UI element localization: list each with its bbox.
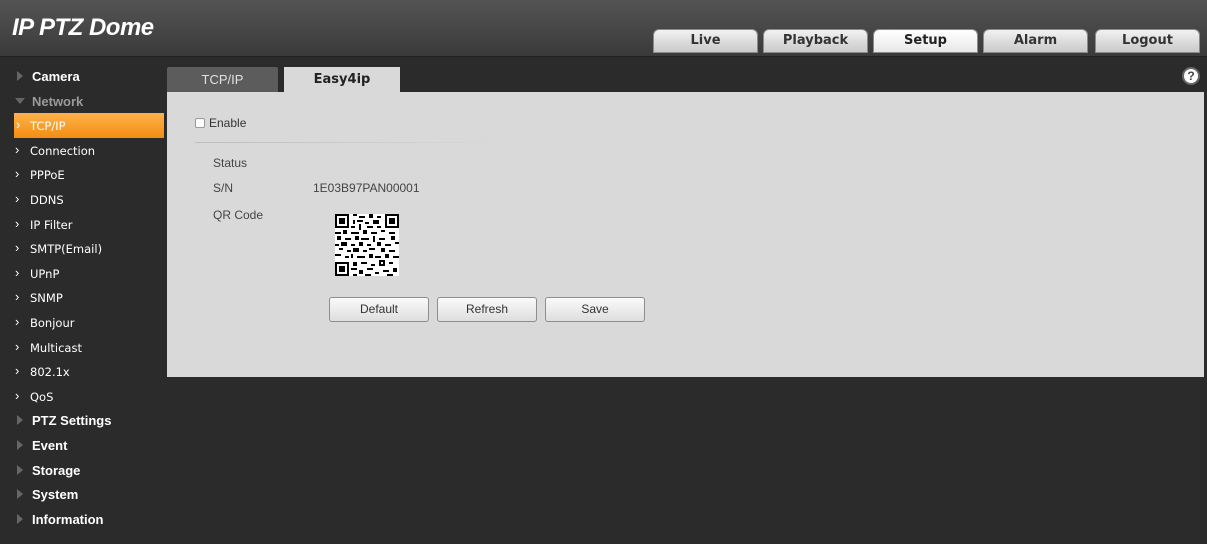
sidebar-item-camera[interactable]: Camera [0,64,164,89]
sidebar-item-label: DDNS [30,192,64,207]
enable-label: Enable [209,116,247,130]
sn-label: S/N [213,181,234,195]
chevron-right-icon: › [15,166,20,182]
nav-playback-button[interactable]: Playback [763,29,868,53]
sidebar-menu: Camera Network › TCP/IP › Connection › P… [0,64,164,531]
nav-setup-button[interactable]: Setup [873,29,978,53]
chevron-right-icon: › [15,313,20,329]
sidebar-item-ptz-settings[interactable]: PTZ Settings [0,408,164,433]
qr-code-image [335,214,399,276]
tab-tcpip[interactable]: TCP/IP [167,67,278,92]
sidebar-item-label: TCP/IP [30,119,66,134]
caret-right-icon [17,489,23,500]
sidebar-item-label: Connection [30,143,96,158]
chevron-right-icon: › [15,289,20,305]
qr-code-label: QR Code [213,208,264,222]
sidebar-item-bonjour[interactable]: › Bonjour [0,310,164,335]
chevron-right-icon: › [15,215,20,231]
sidebar-item-8021x[interactable]: › 802.1x [0,359,164,384]
sidebar-item-snmp[interactable]: › SNMP [0,285,164,310]
status-label: Status [213,156,248,170]
sidebar-item-label: System [32,487,79,503]
chevron-right-icon: › [15,141,20,157]
sidebar-item-label: PPPoE [30,168,65,183]
sidebar-item-ip-filter[interactable]: › IP Filter [0,212,164,237]
sn-value: 1E03B97PAN00001 [313,181,420,195]
enable-checkbox[interactable] [195,118,205,128]
sidebar-item-tcpip[interactable]: › TCP/IP [14,113,164,138]
sidebar-item-label: Storage [32,462,81,478]
caret-right-icon [17,513,23,524]
sidebar-item-label: IP Filter [30,217,73,232]
refresh-button[interactable]: Refresh [437,297,537,322]
nav-logout-button[interactable]: Logout [1095,29,1200,53]
sidebar-item-label: 802.1x [30,365,70,380]
sidebar-item-label: Bonjour [30,315,75,330]
sidebar-item-label: Camera [32,69,80,84]
sidebar-item-network[interactable]: Network [0,89,164,114]
sidebar-item-system[interactable]: System [0,482,164,507]
sidebar-item-upnp[interactable]: › UPnP [0,261,164,286]
divider [195,142,505,143]
nav-alarm-button[interactable]: Alarm [983,29,1088,53]
tab-easy4ip[interactable]: Easy4ip [284,67,400,92]
caret-down-icon [15,97,25,104]
enable-row: Enable [195,116,246,130]
chevron-right-icon: › [15,363,20,379]
sidebar-item-pppoe[interactable]: › PPPoE [0,162,164,187]
sidebar-item-smtp[interactable]: › SMTP(Email) [0,236,164,261]
chevron-right-icon: › [16,117,21,133]
default-button[interactable]: Default [329,297,429,322]
chevron-right-icon: › [15,190,20,206]
sidebar-item-label: SNMP [30,291,63,306]
sidebar-item-multicast[interactable]: › Multicast [0,335,164,360]
chevron-right-icon: › [15,240,20,256]
sidebar-item-label: Event [32,437,68,453]
chevron-right-icon: › [15,387,20,403]
chevron-right-icon: › [15,264,20,280]
help-icon[interactable]: ? [1182,67,1200,85]
sidebar-item-information[interactable]: Information [0,507,164,532]
sidebar-item-label: PTZ Settings [32,413,112,429]
sidebar-item-event[interactable]: Event [0,433,164,458]
nav-live-button[interactable]: Live [653,29,758,53]
caret-right-icon [17,464,23,475]
caret-right-icon [17,71,23,81]
sidebar-item-label: Information [32,511,104,527]
caret-right-icon [17,439,23,450]
save-button[interactable]: Save [545,297,645,322]
sidebar-item-label: UPnP [30,266,60,281]
sidebar-item-storage[interactable]: Storage [0,458,164,483]
caret-right-icon [17,415,23,426]
app-title: IP PTZ Dome [12,14,154,41]
sidebar-item-label: SMTP(Email) [30,242,103,257]
sidebar-item-connection[interactable]: › Connection [0,138,164,163]
header-bar: IP PTZ Dome Live Playback Setup Alarm Lo… [0,0,1207,57]
sidebar-item-label: QoS [30,389,54,404]
sidebar-item-label: Network [32,93,84,109]
easy4ip-panel: Enable Status S/N 1E03B97PAN00001 QR Cod… [167,92,1204,377]
sidebar-item-qos[interactable]: › QoS [0,384,164,409]
chevron-right-icon: › [15,338,20,354]
sidebar-item-ddns[interactable]: › DDNS [0,187,164,212]
sidebar-item-label: Multicast [30,340,82,355]
